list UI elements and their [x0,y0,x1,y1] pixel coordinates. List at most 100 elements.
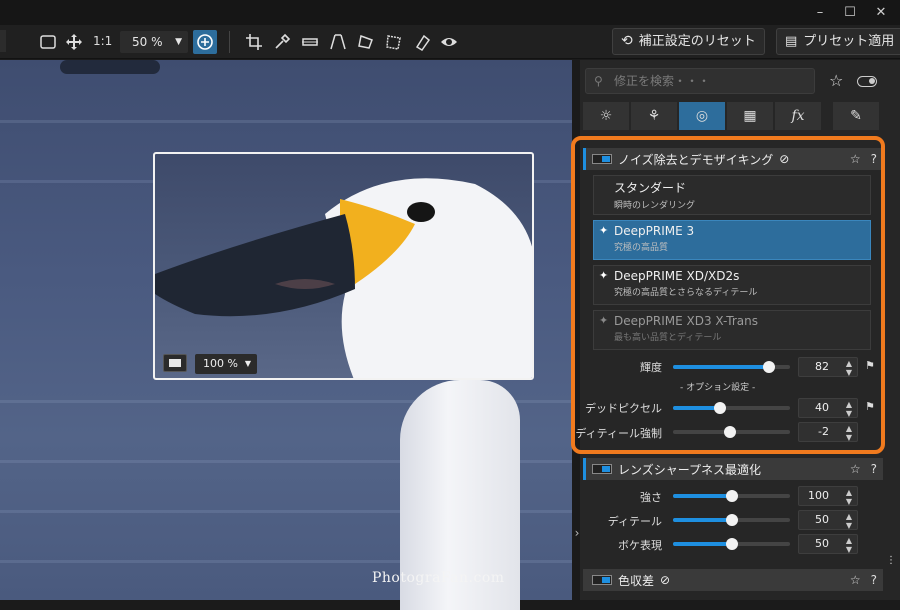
luminance-value-field[interactable]: 82 ▲ ▼ [798,357,858,377]
chroma-section: 色収差 ⊘ ☆? [583,569,883,591]
sharp-detail-knob[interactable] [725,514,738,526]
toolbar-divider [229,31,230,53]
spinner-icon[interactable]: ▲ ▼ [846,358,852,377]
tab-detail[interactable]: ◎ [679,102,725,130]
bokeh-knob[interactable] [725,538,738,550]
noise-section-title: ノイズ除去とデモザイキング [618,152,774,167]
dead-pixel-value: 40 [815,401,829,414]
sharpness-enable-toggle[interactable] [592,464,612,474]
option-title: スタンダード [614,181,687,195]
luminance-fill [673,365,769,369]
strength-slider[interactable] [673,490,790,502]
luminance-label: 輝度 [640,361,662,374]
filter-toggle[interactable] [857,76,877,87]
strength-label: 強さ [640,491,662,504]
tab-local[interactable]: ✎ [833,102,879,130]
search-input[interactable]: ⚲ 修正を検索・・・ [585,68,815,94]
strength-value-field[interactable]: 100 ▲ ▼ [798,486,858,506]
sharp-detail-value-field[interactable]: 50 ▲ ▼ [798,510,858,530]
color-circles-icon: ⚘ [647,108,661,124]
zoom-in-icon[interactable] [193,30,217,54]
eraser-icon[interactable] [410,30,434,54]
noise-option-deepprime3[interactable]: ✦ DeepPRIME 3 究極の高品質 [593,220,871,260]
noise-section: ノイズ除去とデモザイキング ⊘ ☆? [583,148,883,170]
option-subtitle: 瞬時のレンダリング [614,201,696,211]
sharp-detail-value: 50 [815,513,829,526]
panel-scroll-handle[interactable]: ⋮ [886,555,896,575]
dead-pixel-fill [673,406,720,410]
strength-knob[interactable] [725,490,738,502]
undo-icon: ⟲ [621,33,633,49]
zoom-select[interactable]: 50 % ▼ [120,31,188,53]
preset-icon: ▤ [785,34,798,49]
loupe-mode-button[interactable] [163,354,187,372]
maximize-button[interactable]: ☐ [833,0,867,25]
sharp-detail-slider[interactable] [673,514,790,526]
star-icon[interactable]: ☆ [850,462,861,476]
visibility-icon[interactable]: ⊘ [660,573,670,587]
spinner-icon[interactable]: ▲ ▼ [846,487,852,506]
loupe-preview[interactable]: 100 % ▼ [153,152,534,380]
reset-corrections-label: 補正設定のリセット [638,34,756,49]
help-icon[interactable]: ? [871,462,877,476]
shape-icon[interactable] [382,30,406,54]
noise-option-standard[interactable]: スタンダード 瞬時のレンダリング [593,175,871,215]
noise-option-deepprime-xd[interactable]: ✦ DeepPRIME XD/XD2s 究極の高品質とさらなるディテール [593,265,871,305]
ratio-label[interactable]: 1:1 [93,34,112,48]
option-title: DeepPRIME XD3 X-Trans [614,314,758,328]
noise-enable-toggle[interactable] [592,154,612,164]
watermark: PhotograFan.com [372,570,505,586]
dead-pixel-value-field[interactable]: 40 ▲ ▼ [798,398,858,418]
apply-preset-button[interactable]: ▤ プリセット適用 [776,28,900,55]
visibility-icon[interactable]: ⊘ [779,152,789,166]
loupe-zoom-select[interactable]: 100 % ▼ [195,354,257,374]
spinner-icon[interactable]: ▲ ▼ [846,535,852,554]
star-icon[interactable]: ☆ [850,573,861,587]
sun-icon: ☼ [599,108,613,124]
help-icon[interactable]: ? [871,573,877,587]
sharpness-section-header[interactable]: レンズシャープネス最適化 ☆? [583,458,883,480]
tab-color[interactable]: ⚘ [631,102,677,130]
spinner-icon[interactable]: ▲ ▼ [846,399,852,418]
luminance-slider[interactable] [673,361,790,373]
zoom-value: 50 % [132,35,163,49]
eye-icon[interactable] [437,30,461,54]
minimize-button[interactable]: – [803,0,837,25]
star-icon[interactable]: ☆ [850,152,861,166]
option-subtitle: 最も高い品質とディテール [614,333,722,343]
volume-icon[interactable] [354,30,378,54]
magic-wand-icon[interactable]: ⚑ [865,359,875,372]
apply-preset-label: プリセット適用 [803,34,895,49]
chevron-down-icon: ▼ [175,37,182,47]
dead-pixel-knob[interactable] [713,402,726,414]
detail-force-slider[interactable] [673,426,790,438]
toggle-knob [869,78,875,84]
star-icon[interactable]: ☆ [829,71,843,90]
eyedropper-icon[interactable] [270,30,294,54]
bokeh-slider[interactable] [673,538,790,550]
tab-light[interactable]: ☼ [583,102,629,130]
chroma-enable-toggle[interactable] [592,575,612,585]
help-icon[interactable]: ? [871,152,877,166]
perspective-icon[interactable] [326,30,350,54]
noise-option-deepprime-xd3[interactable]: ✦ DeepPRIME XD3 X-Trans 最も高い品質とディテール [593,310,871,350]
detail-force-value-field[interactable]: -2 ▲ ▼ [798,422,858,442]
chroma-section-header[interactable]: 色収差 ⊘ ☆? [583,569,883,591]
spinner-icon[interactable]: ▲ ▼ [846,423,852,442]
luminance-knob[interactable] [762,361,775,373]
frame-icon[interactable] [36,30,60,54]
sharpness-section: レンズシャープネス最適化 ☆? [583,458,883,480]
dead-pixel-slider[interactable] [673,402,790,414]
search-placeholder: 修正を検索・・・ [614,74,711,88]
bokeh-value-field[interactable]: 50 ▲ ▼ [798,534,858,554]
spinner-icon[interactable]: ▲ ▼ [846,511,852,530]
reset-corrections-button[interactable]: ⟲ 補正設定のリセット [612,28,765,55]
tab-effects[interactable]: fx [775,102,821,130]
magic-wand-icon[interactable]: ⚑ [865,400,875,413]
crop-icon[interactable] [242,30,266,54]
horizon-icon[interactable] [298,30,322,54]
move-icon[interactable] [62,30,86,54]
tab-geometry[interactable]: ▦ [727,102,773,130]
close-button[interactable]: ✕ [864,0,898,25]
noise-section-header[interactable]: ノイズ除去とデモザイキング ⊘ ☆? [583,148,883,170]
